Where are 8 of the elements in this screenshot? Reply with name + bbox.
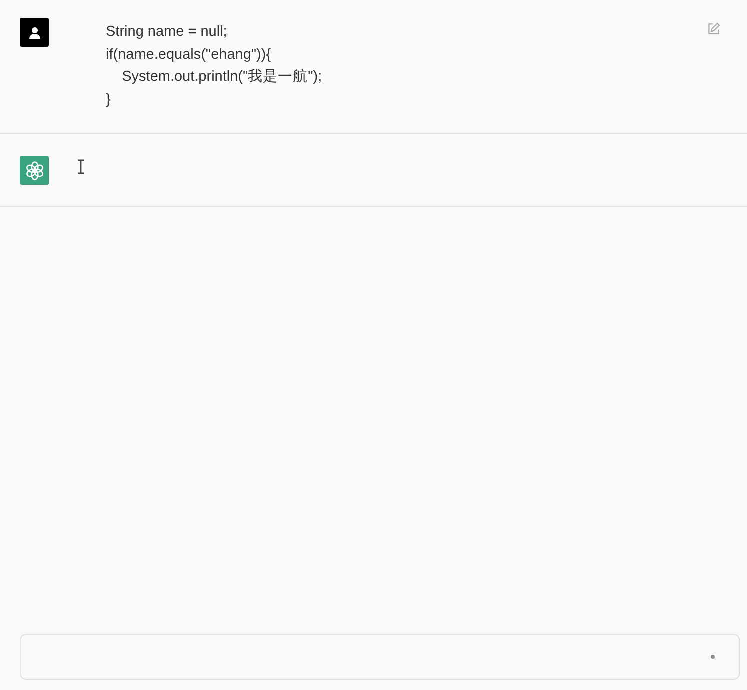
edit-icon [707, 22, 721, 36]
person-icon [28, 26, 42, 40]
code-line: System.out.println("我是一航"); [121, 68, 324, 87]
code-line: String name = null; [106, 23, 228, 42]
message-input-field[interactable] [20, 634, 740, 680]
text-cursor-icon [77, 159, 85, 175]
code-line: } [106, 90, 112, 110]
code-line: if(name.equals("ehang")){ [106, 46, 272, 64]
